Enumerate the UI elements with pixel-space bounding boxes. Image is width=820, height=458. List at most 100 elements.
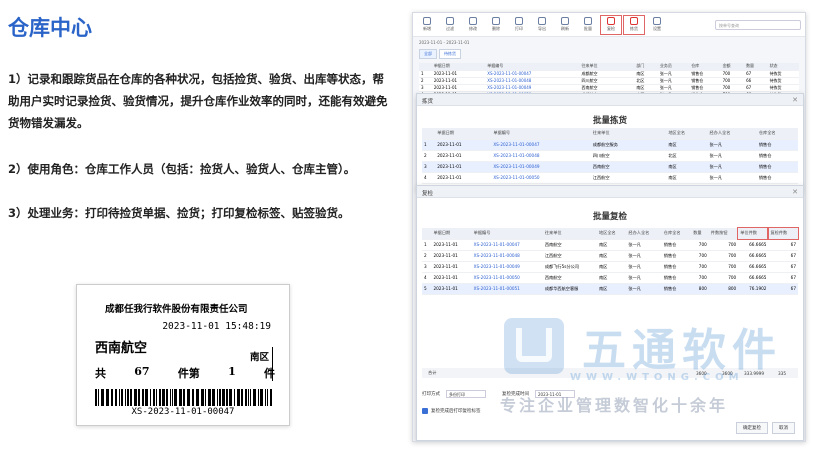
print-label-checkbox[interactable]: 复检完成后打印复检标签: [422, 408, 481, 414]
pick-dialog-header: 拣货 ✕: [417, 94, 803, 106]
toolbar-button[interactable]: 设置: [647, 16, 667, 34]
barcode-bar: [156, 389, 157, 406]
table-row[interactable]: 5 2023-11-01 XS-2023-11-01-00051 成都华西航空客服 南区…: [422, 283, 798, 295]
table-row[interactable]: 1 2023-11-01 XS-2023-11-01-00047 成都航空服务 南区 张一…: [422, 139, 798, 151]
table-cell: 张一凡: [626, 283, 662, 295]
table-cell: 销售仓: [756, 139, 798, 151]
table-cell: 南区: [596, 261, 627, 273]
label-barcode-text: XS-2023-11-01-00047: [131, 407, 235, 417]
column-header[interactable]: 经办人全名: [626, 228, 662, 240]
barcode-bar: [162, 389, 165, 406]
column-header[interactable]: 单据日期: [431, 63, 486, 71]
column-header[interactable]: 单据编号: [485, 63, 580, 71]
column-header[interactable]: 件数按钮: [708, 228, 739, 240]
table-cell: 700: [691, 272, 709, 284]
column-header[interactable]: 数量: [691, 228, 709, 240]
table-cell: 700: [708, 261, 739, 273]
toolbar-button[interactable]: 刷新: [555, 16, 575, 34]
recheck-date-input[interactable]: 2023-11-01: [535, 390, 575, 398]
toolbar-button[interactable]: 批量: [578, 16, 598, 34]
table-cell: 西南航空: [542, 239, 597, 251]
table-cell: 66.6665: [738, 239, 769, 251]
table-row[interactable]: 2 2023-11-01 XS-2023-11-01-00048 四川航空 北区 张一凡销…: [419, 77, 799, 85]
table-row[interactable]: 3 2023-11-01 XS-2023-11-01-00049 西南航空 南区 张一凡销…: [422, 161, 798, 173]
pick-dialog: 拣货 ✕ 批量拣货 单据日期 单据编号 往来单位 地区全名 经办人全名 仓库全名 1 202…: [416, 93, 804, 195]
label-total-qty: 67: [134, 365, 150, 378]
cancel-button[interactable]: 取消: [772, 422, 795, 434]
column-header[interactable]: 仓库全名: [661, 228, 692, 240]
table-cell: 销售仓: [756, 172, 798, 184]
print-mode-select[interactable]: 多份打印: [446, 390, 486, 398]
table-row[interactable]: 3 2023-11-01 XS-2023-11-01-00049 西南航空 南区 张一凡销…: [419, 84, 799, 92]
table-row[interactable]: 4 2023-11-01 XS-2023-11-01-00050 西南航空 南区 张一凡销…: [422, 272, 798, 284]
barcode-bar: [170, 389, 171, 406]
table-row[interactable]: 2 2023-11-01 XS-2023-11-01-00048 四川航空 北区 张一凡销…: [422, 150, 798, 162]
table-cell: 成都航空: [579, 70, 635, 78]
search-input[interactable]: 按单号查询: [715, 19, 801, 30]
column-header[interactable]: 单据日期: [431, 228, 472, 240]
column-header[interactable]: 往来单位: [579, 63, 635, 71]
column-header[interactable]: 金额: [720, 63, 745, 71]
toolbar-button[interactable]: 新增: [417, 16, 437, 34]
table-cell: 66: [744, 77, 768, 85]
table-cell: 67: [744, 84, 768, 92]
toolbar-button[interactable]: 过滤: [440, 16, 460, 34]
column-header[interactable]: 仓库: [689, 63, 721, 71]
column-header[interactable]: 仓库全名: [756, 128, 798, 140]
table-cell: 700: [708, 250, 739, 262]
row-index: 2: [419, 77, 432, 85]
column-header[interactable]: 状态: [767, 63, 799, 71]
barcode-bar: [237, 389, 240, 406]
barcode-bar: [145, 389, 148, 406]
column-header[interactable]: 业务员: [657, 63, 690, 71]
tab-all[interactable]: 全部: [419, 49, 437, 59]
column-header[interactable]: 往来单位: [542, 228, 597, 240]
column-header[interactable]: 单位件数: [737, 227, 770, 240]
column-header[interactable]: 地区全名: [666, 128, 708, 140]
column-header[interactable]: 经办人全名: [707, 128, 757, 140]
recheck-dialog: 复检 ✕ 批量复检 单据日期 单据编号 往来单位 地区全名 经办人全名 仓库全名 数量 件数按…: [416, 185, 804, 441]
tab-pending[interactable]: 待拣货: [439, 49, 461, 59]
table-cell: 成都飞行5s分公司: [542, 261, 597, 273]
toolbar-button[interactable]: 导出: [532, 16, 552, 34]
table-cell: 67: [768, 272, 798, 284]
toolbar-button[interactable]: 删除: [486, 16, 506, 34]
recheck-button[interactable]: 复检: [600, 14, 622, 35]
column-header[interactable]: 往来单位: [590, 128, 667, 140]
table-row[interactable]: 1 2023-11-01 XS-2023-11-01-00047 成都航空 南区 张一凡销…: [419, 70, 799, 78]
table-row[interactable]: 3 2023-11-01 XS-2023-11-01-00049 成都飞行5s分公司南…: [422, 261, 798, 273]
label-piece-no: 1: [228, 365, 236, 378]
table-cell: 销售仓: [661, 250, 692, 262]
toolbar-button[interactable]: 打印: [509, 16, 529, 34]
table-cell: XS-2023-11-01-00048: [491, 150, 591, 162]
table-cell: 张一凡: [707, 172, 757, 184]
column-header[interactable]: 单据日期: [435, 128, 492, 140]
table-row[interactable]: 4 2023-11-01 XS-2023-11-01-00050 江西航空 南区 张一凡销…: [422, 172, 798, 184]
close-icon[interactable]: ✕: [792, 96, 798, 104]
edit-icon: [469, 17, 477, 25]
recheck-dialog-header: 复检 ✕: [417, 186, 803, 198]
row-index-header: [422, 128, 436, 140]
table-cell: 销售仓: [756, 161, 798, 173]
confirm-recheck-button[interactable]: 确定复检: [736, 422, 768, 434]
column-header[interactable]: 数量: [744, 63, 768, 71]
column-header[interactable]: 地区全名: [596, 228, 627, 240]
barcode-bar: [98, 389, 99, 406]
table-cell: 待拣货: [767, 70, 799, 78]
table-cell: XS-2023-11-01-00048: [471, 250, 543, 262]
column-header[interactable]: 复检件数: [767, 227, 799, 240]
date-range[interactable]: 2023-11-01 - 2023-11-01: [413, 37, 805, 47]
pick-button[interactable]: 拣货: [623, 14, 645, 35]
table-row[interactable]: 1 2023-11-01 XS-2023-11-01-00047 西南航空 南区 张一凡销…: [422, 239, 798, 251]
column-header[interactable]: 部门: [634, 63, 658, 71]
close-icon[interactable]: ✕: [792, 188, 798, 196]
checkbox-checked-icon: [422, 408, 428, 414]
total-qty: 3600: [696, 370, 707, 376]
column-header[interactable]: 单据编号: [471, 228, 543, 240]
pick-icon: [630, 17, 638, 25]
table-row[interactable]: 2 2023-11-01 XS-2023-11-01-00048 江西航空 南区 张一凡销…: [422, 250, 798, 262]
barcode-bar: [205, 389, 206, 406]
table-cell: 66.6665: [738, 261, 769, 273]
column-header[interactable]: 单据编号: [491, 128, 591, 140]
toolbar-button[interactable]: 修改: [463, 16, 483, 34]
